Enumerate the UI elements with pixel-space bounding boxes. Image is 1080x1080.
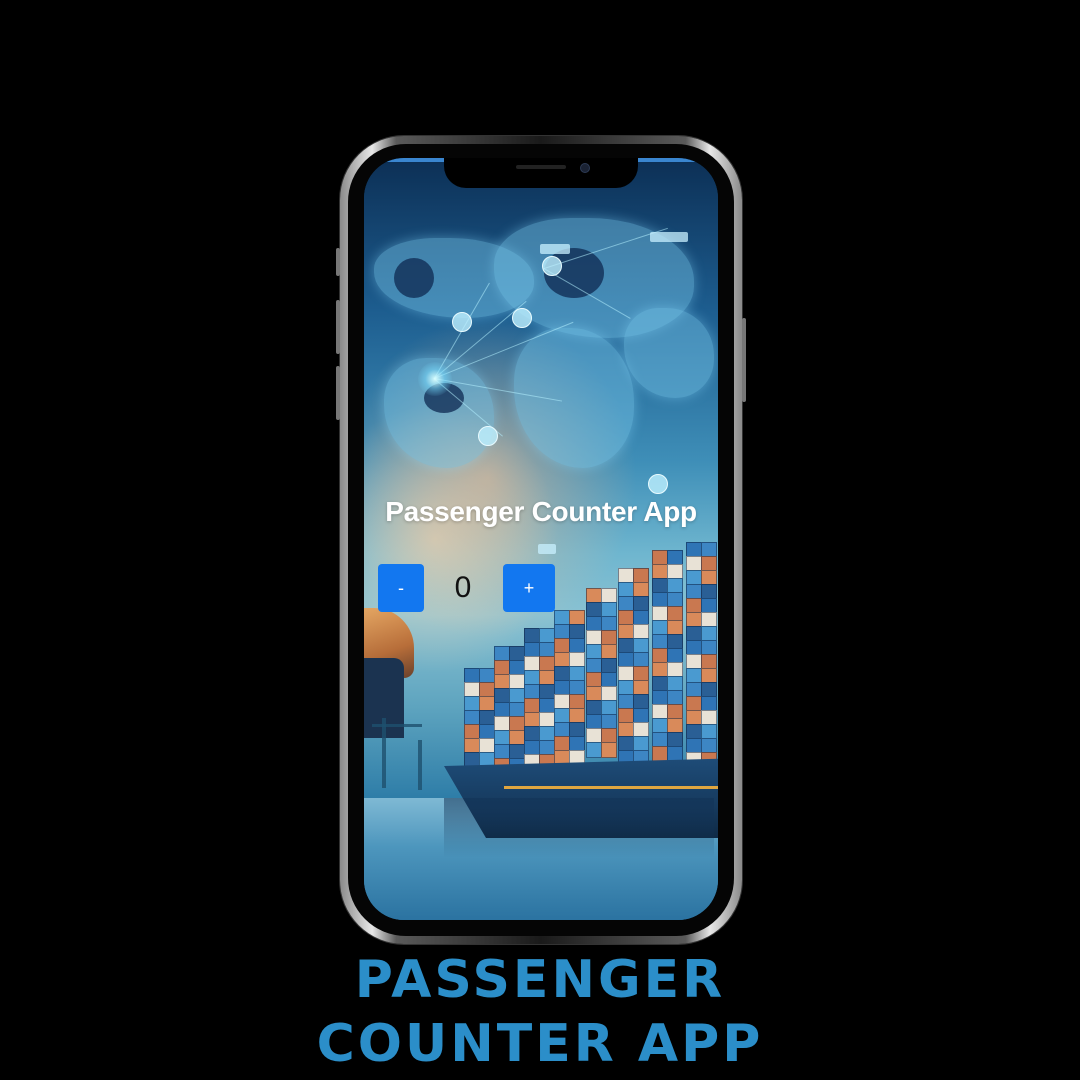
counter-controls: - 0 + (378, 564, 558, 612)
network-hub-glow (418, 362, 452, 396)
app-title: Passenger Counter App (385, 496, 697, 527)
decrement-button[interactable]: - (378, 564, 424, 612)
increment-button[interactable]: + (503, 564, 555, 612)
network-label-tag (538, 544, 556, 554)
promo-title-line1: Passenger (354, 950, 726, 1010)
network-node-icon (542, 256, 562, 276)
network-node-icon (648, 474, 668, 494)
network-label-tag (540, 244, 570, 254)
network-node-icon (452, 312, 472, 332)
speaker-grille (516, 165, 566, 169)
shipping-container (652, 746, 668, 762)
front-camera-icon (580, 163, 590, 173)
map-shadow (394, 258, 434, 298)
promo-title: Passenger Counter App (0, 948, 1080, 1076)
port-crane (372, 724, 422, 727)
network-label-tag (650, 232, 688, 242)
phone-power-button (742, 318, 746, 402)
port-crane (418, 740, 422, 790)
ship-stripe (504, 786, 718, 789)
passenger-count: 0 (454, 571, 472, 604)
network-node-icon (478, 426, 498, 446)
promo-title-line2: Counter App (316, 1014, 764, 1074)
shipping-container (667, 746, 683, 762)
stage: Passenger Counter App - 0 + Passenger Co… (0, 0, 1080, 1080)
port-crane (382, 718, 386, 788)
shipping-container (601, 742, 617, 758)
phone-screen: Passenger Counter App - 0 + (364, 158, 718, 920)
phone-volume-down (336, 366, 340, 420)
network-node-icon (512, 308, 532, 328)
phone-volume-up (336, 300, 340, 354)
ship-reflection (444, 798, 714, 858)
shipping-container (586, 742, 602, 758)
phone-notch (444, 158, 638, 188)
phone-mute-switch (336, 248, 340, 276)
